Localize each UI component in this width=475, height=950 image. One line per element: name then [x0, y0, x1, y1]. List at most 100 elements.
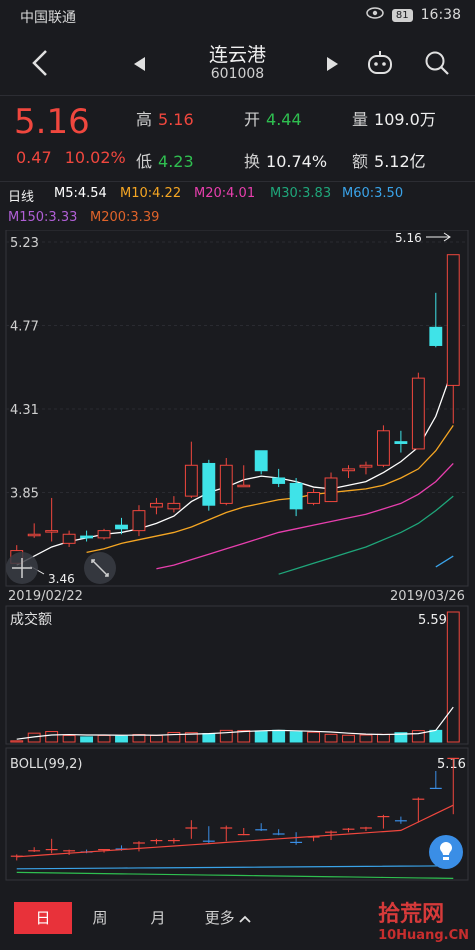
expand-icon[interactable] — [84, 552, 116, 584]
start-date-label: 2019/02/22 — [8, 589, 83, 604]
tab-week[interactable]: 周 — [80, 902, 120, 934]
candle-body — [342, 468, 355, 472]
eye-icon — [366, 7, 384, 23]
moving-average-lines — [16, 367, 454, 575]
candle-body — [307, 492, 321, 504]
price-change: 0.47 10.02% — [16, 148, 126, 167]
carrier-name: 中国联通 — [20, 10, 76, 26]
status-bar: 中国联通 81 16:38 — [0, 0, 475, 32]
high-value: 5.16 — [158, 110, 194, 129]
price-tick-label: 4.31 — [10, 403, 39, 418]
ma5-legend: M5:4.54 — [54, 186, 107, 201]
volume-bar — [202, 733, 216, 743]
boll-chart — [10, 757, 460, 879]
candle-body — [289, 482, 303, 510]
tab-month[interactable]: 月 — [138, 902, 178, 934]
boll-upper-band — [16, 804, 454, 858]
candle-body — [202, 462, 216, 506]
next-stock-icon[interactable] — [326, 56, 338, 75]
ma30-legend: M30:3.83 — [270, 186, 332, 201]
candle-body — [97, 530, 111, 539]
turnover-label: 换 — [244, 152, 261, 171]
price-tick-label: 4.77 — [10, 320, 39, 335]
volume-bar — [149, 734, 163, 743]
quote-panel: 5.16 0.47 10.02% 高 5.16 低 4.23 开 4.44 换 10.7… — [0, 96, 475, 180]
end-date-label: 2019/03/26 — [390, 589, 465, 604]
high-price: 高 5.16 — [136, 106, 194, 130]
low-value: 4.23 — [158, 152, 194, 171]
amount: 额 5.12亿 — [352, 148, 426, 172]
price-tick-label: 3.85 — [10, 487, 39, 502]
kline-svg[interactable]: 5.23 4.77 4.31 3.85 5.16 3.46 2019/02/22 20… — [0, 229, 475, 884]
change-amount: 0.47 — [16, 148, 52, 167]
boll-value-label: 5.16 — [437, 757, 466, 772]
candle-body — [237, 484, 251, 488]
kline-chart-area[interactable]: 5.23 4.77 4.31 3.85 5.16 3.46 2019/02/22 20… — [0, 229, 475, 888]
volume-ma-line — [16, 706, 454, 740]
stock-name: 连云港 — [208, 44, 266, 66]
ma30-line — [278, 495, 454, 575]
watermark-brand: 拾荒网 — [378, 902, 445, 927]
volume: 量 109.0万 — [352, 106, 436, 130]
candle-body — [219, 464, 233, 504]
low-label: 低 — [136, 152, 153, 171]
candle-body — [324, 477, 338, 503]
candle-body — [359, 464, 373, 468]
price-axis-labels: 5.23 4.77 4.31 3.85 — [10, 236, 39, 502]
turnover-rate: 换 10.74% — [244, 148, 327, 172]
candle-body — [149, 502, 163, 508]
volume-bar — [254, 731, 268, 743]
tab-more-label: 更多 — [204, 909, 235, 927]
volume-bar — [80, 736, 94, 743]
stock-code: 601008 — [210, 66, 265, 82]
period-label[interactable]: 日线 — [8, 186, 34, 205]
tab-day[interactable]: 日 — [14, 902, 72, 934]
robot-assistant-icon[interactable] — [366, 50, 394, 80]
open-value: 4.44 — [266, 110, 302, 129]
ma60-line — [435, 555, 454, 568]
volume-bar — [10, 740, 24, 743]
volume-bar — [307, 731, 321, 743]
candle-body — [45, 530, 59, 533]
volume-panel-title: 成交额 — [10, 611, 52, 628]
ma60-legend: M60:3.50 — [342, 186, 404, 201]
candle-body — [272, 477, 286, 484]
volume-ma-polyline — [16, 706, 454, 740]
candle-body — [446, 254, 460, 386]
volume-bar — [446, 611, 460, 743]
candle-body — [167, 502, 181, 510]
amount-value: 5.12亿 — [374, 152, 426, 171]
volume-bar — [62, 734, 76, 743]
open-price: 开 4.44 — [244, 106, 302, 130]
volume-bar — [45, 731, 59, 743]
lightbulb-icon[interactable] — [429, 835, 463, 869]
candle-body — [429, 326, 443, 346]
candle-body — [27, 533, 41, 537]
change-percent: 10.02% — [64, 148, 126, 167]
watermark-domain: 10Huang.CN — [378, 928, 469, 943]
battery-indicator: 81 — [391, 8, 413, 22]
volume-bar — [376, 733, 390, 743]
volume-bar — [324, 733, 338, 743]
volume-bar — [272, 729, 286, 743]
candle-body — [376, 430, 390, 466]
volume-bar — [342, 734, 355, 743]
last-price: 5.16 — [14, 102, 90, 142]
candle-body — [80, 535, 94, 539]
period-tab-bar: 日 周 月 更多 拾荒网 10Huang.CN — [0, 884, 475, 950]
open-label: 开 — [244, 110, 261, 129]
low-price: 低 4.23 — [136, 148, 194, 172]
ma150-legend: M150:3.33 — [8, 210, 78, 225]
cursor-toggle-button[interactable] — [6, 552, 38, 584]
candle-body — [115, 524, 128, 530]
price-grid — [6, 241, 468, 493]
volume-label: 量 — [352, 110, 369, 129]
volume-frame — [5, 605, 469, 745]
volume-bar — [429, 729, 443, 743]
search-icon[interactable] — [424, 50, 450, 80]
min-price-label: 3.46 — [48, 572, 75, 586]
candle-body — [132, 510, 146, 532]
tab-more[interactable]: 更多 — [196, 902, 260, 934]
boll-mid-band — [16, 865, 454, 870]
volume-bar — [359, 734, 373, 743]
